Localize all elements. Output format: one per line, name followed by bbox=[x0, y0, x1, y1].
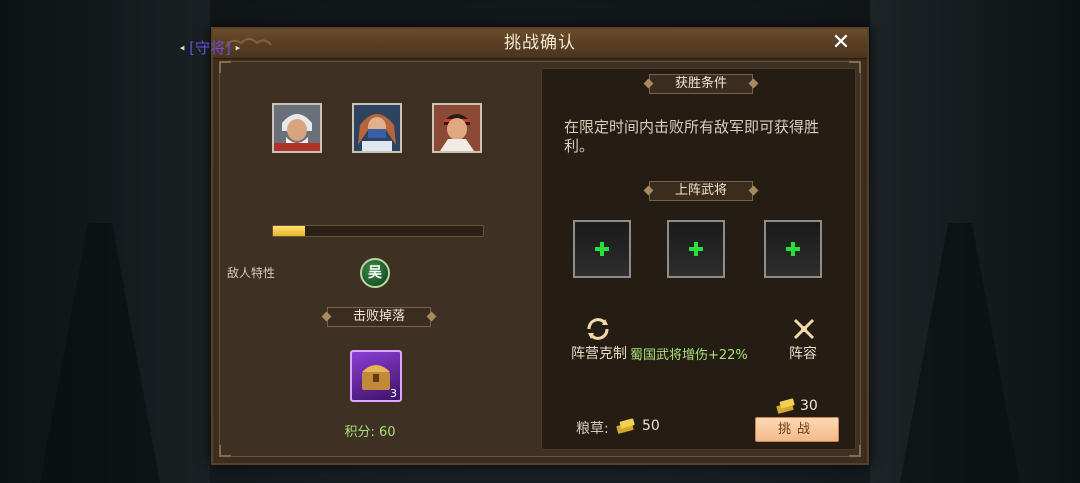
food-label: 粮草: bbox=[576, 421, 609, 437]
drops-title: 击败掉落 bbox=[327, 307, 431, 327]
add-icon bbox=[689, 242, 703, 256]
boss-selector: ◂ [守将] ▸ bbox=[150, 37, 270, 58]
formation-button-label[interactable]: 阵容 bbox=[789, 343, 817, 363]
dialog-title: 挑战确认 bbox=[504, 33, 576, 53]
add-icon bbox=[786, 242, 800, 256]
hero-portrait-2[interactable] bbox=[352, 103, 402, 153]
progress-fill bbox=[273, 226, 305, 236]
frame-corner bbox=[219, 445, 231, 457]
food-value: 50 bbox=[642, 418, 660, 434]
prev-arrow-icon[interactable]: ◂ bbox=[180, 44, 185, 54]
chest-count: 3 bbox=[390, 387, 397, 400]
win-condition-text: 在限定时间内击败所有敌军即可获得胜利。 bbox=[564, 118, 820, 155]
boss-label: [守将] bbox=[189, 39, 231, 57]
add-icon bbox=[595, 242, 609, 256]
hero-slot-3[interactable] bbox=[764, 220, 822, 278]
score-text: 积分: 60 bbox=[344, 425, 396, 440]
gold-ingot-icon bbox=[616, 418, 635, 434]
faction-cycle-icon bbox=[587, 318, 609, 340]
enemy-trait-label: 敌人特性 bbox=[227, 266, 276, 280]
hero-slot-1[interactable] bbox=[573, 220, 631, 278]
hero-portrait-1[interactable] bbox=[272, 103, 322, 153]
win-condition-title: 获胜条件 bbox=[649, 74, 753, 94]
reward-chest[interactable]: 3 bbox=[350, 350, 402, 402]
close-button[interactable]: ✕ bbox=[829, 31, 853, 55]
faction-bonus-text: 蜀国武将增伤+22% bbox=[630, 348, 748, 363]
dialog-titlebar: 挑战确认 ✕ bbox=[213, 29, 867, 59]
hero-slot-2[interactable] bbox=[667, 220, 725, 278]
gold-ingot-icon bbox=[776, 398, 795, 414]
frame-corner bbox=[219, 61, 231, 73]
masked-warrior-portrait-icon bbox=[354, 105, 400, 151]
white-haired-general-portrait-icon bbox=[274, 105, 320, 151]
faction-counter-label: 阵营克制 bbox=[571, 346, 627, 362]
red-headband-warrior-portrait-icon bbox=[434, 105, 480, 151]
next-arrow-icon[interactable]: ▸ bbox=[236, 44, 241, 54]
lineup-title: 上阵武将 bbox=[649, 181, 753, 201]
crossed-swords-icon[interactable] bbox=[791, 316, 817, 342]
wu-faction-icon[interactable]: 吴 bbox=[360, 258, 390, 288]
hero-portrait-3[interactable] bbox=[432, 103, 482, 153]
stage-progress-bar bbox=[272, 225, 484, 237]
challenge-button[interactable]: 挑战 bbox=[755, 417, 839, 442]
challenge-cost-value: 30 bbox=[800, 398, 818, 414]
